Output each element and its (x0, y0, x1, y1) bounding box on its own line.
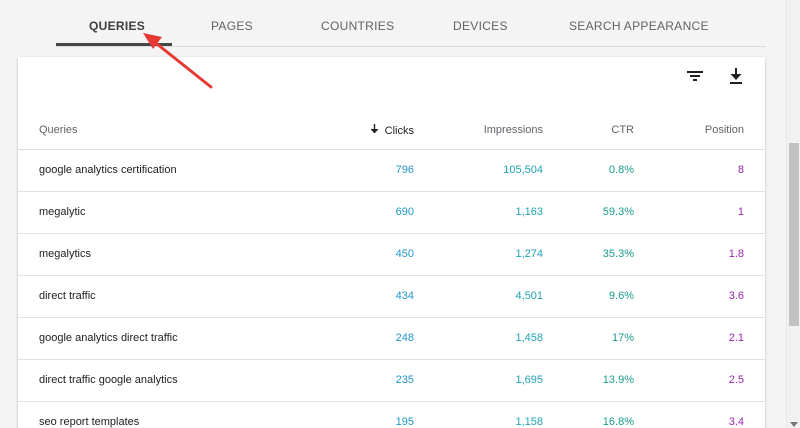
table-row[interactable]: seo report templates 195 1,158 16.8% 3.4 (18, 402, 765, 428)
header-queries[interactable]: Queries (39, 124, 78, 136)
table-row[interactable]: megalytic 690 1,163 59.3% 1 (18, 192, 765, 234)
clicks-cell: 248 (395, 332, 414, 344)
vertical-scrollbar[interactable] (786, 0, 800, 428)
filter-icon[interactable] (685, 66, 705, 86)
tab-queries[interactable]: QUERIES (89, 19, 145, 33)
table-row[interactable]: google analytics certification 796 105,504… (18, 150, 765, 192)
download-icon[interactable] (726, 66, 746, 86)
ctr-cell: 13.9% (602, 374, 634, 386)
ctr-cell: 17% (611, 332, 634, 344)
table-row[interactable]: direct traffic google analytics 235 1,695 1… (18, 360, 765, 402)
ctr-cell: 59.3% (602, 206, 634, 218)
impressions-cell: 1,158 (515, 416, 543, 428)
ctr-cell: 16.8% (602, 416, 634, 428)
position-cell: 3.4 (728, 416, 744, 428)
query-cell: google analytics certification (39, 164, 177, 176)
header-position[interactable]: Position (705, 124, 744, 136)
position-cell: 1.8 (728, 248, 744, 260)
header-clicks[interactable]: Clicks (370, 124, 414, 137)
ctr-cell: 9.6% (608, 290, 634, 302)
active-tab-indicator (56, 43, 172, 46)
query-cell: google analytics direct traffic (39, 332, 178, 344)
position-cell: 2.5 (728, 374, 744, 386)
arrow-down-icon (370, 124, 379, 137)
header-impressions[interactable]: Impressions (484, 124, 543, 136)
queries-table-card: Queries Clicks Impressions CTR Position … (18, 57, 765, 428)
impressions-cell: 4,501 (515, 290, 543, 302)
clicks-cell: 235 (395, 374, 414, 386)
impressions-cell: 1,695 (515, 374, 543, 386)
header-clicks-label: Clicks (384, 125, 414, 137)
impressions-cell: 1,163 (515, 206, 543, 218)
clicks-cell: 796 (395, 164, 414, 176)
table-header: Queries Clicks Impressions CTR Position (18, 101, 765, 150)
tab-countries[interactable]: COUNTRIES (321, 19, 394, 33)
query-cell: seo report templates (39, 416, 140, 428)
clicks-cell: 434 (395, 290, 414, 302)
table-row[interactable]: megalytics 450 1,274 35.3% 1.8 (18, 234, 765, 276)
clicks-cell: 690 (395, 206, 414, 218)
impressions-cell: 1,274 (515, 248, 543, 260)
position-cell: 1 (737, 206, 744, 218)
query-cell: megalytic (39, 206, 86, 218)
position-cell: 8 (737, 164, 744, 176)
impressions-cell: 105,504 (503, 164, 543, 176)
clicks-cell: 195 (395, 416, 414, 428)
tab-pages[interactable]: PAGES (211, 19, 253, 33)
query-cell: megalytics (39, 248, 91, 260)
header-ctr[interactable]: CTR (611, 124, 634, 136)
tab-devices[interactable]: DEVICES (453, 19, 508, 33)
tab-search-appearance[interactable]: SEARCH APPEARANCE (569, 19, 709, 33)
search-console-performance: QUERIES PAGES COUNTRIES DEVICES SEARCH A… (0, 0, 800, 428)
ctr-cell: 35.3% (602, 248, 634, 260)
scrollbar-thumb[interactable] (789, 143, 799, 326)
clicks-cell: 450 (395, 248, 414, 260)
position-cell: 2.1 (728, 332, 744, 344)
query-cell: direct traffic (39, 290, 96, 302)
ctr-cell: 0.8% (608, 164, 634, 176)
table-row[interactable]: direct traffic 434 4,501 9.6% 3.6 (18, 276, 765, 318)
report-tabs: QUERIES PAGES COUNTRIES DEVICES SEARCH A… (56, 0, 766, 47)
impressions-cell: 1,458 (515, 332, 543, 344)
scroll-down-icon[interactable] (789, 416, 799, 427)
table-row[interactable]: google analytics direct traffic 248 1,458 1… (18, 318, 765, 360)
position-cell: 3.6 (728, 290, 744, 302)
query-cell: direct traffic google analytics (39, 374, 178, 386)
